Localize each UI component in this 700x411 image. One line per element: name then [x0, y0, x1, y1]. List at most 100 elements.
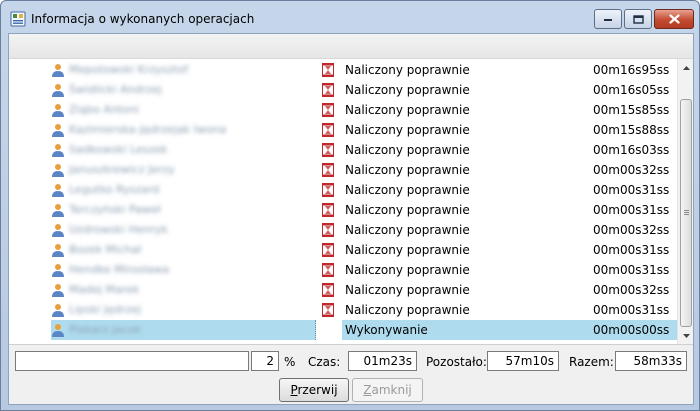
operation-status: Naliczony poprawnie — [345, 83, 470, 97]
elapsed-value: 01m23s — [348, 351, 417, 371]
employee-name: Hendke Mirosława — [69, 263, 170, 276]
minimize-button[interactable] — [594, 9, 622, 29]
employee-name: Kazimierska-Jędrzejak Iwona — [69, 123, 227, 136]
maximize-icon — [632, 14, 644, 24]
employee-name: Madej Marek — [69, 283, 140, 296]
triangle-up-icon — [682, 65, 690, 70]
operation-time: 00m00s31ss — [593, 243, 670, 257]
table-row[interactable]: Bozek Michał Naliczony poprawnie 00m00s31s… — [9, 240, 677, 260]
person-icon — [52, 124, 64, 137]
vertical-scrollbar[interactable] — [677, 59, 693, 344]
employee-name: Uzdrowski Henryk — [69, 223, 168, 236]
table-row[interactable]: Piekarz Jacek Wykonywanie 00m00s00ss — [9, 320, 677, 340]
hourglass-icon — [322, 163, 334, 177]
triangle-down-icon — [682, 333, 690, 338]
grip-line — [684, 210, 689, 211]
table-row[interactable]: Terczyński Paweł Naliczony poprawnie 00m00… — [9, 200, 677, 220]
operation-time: 00m15s88ss — [593, 123, 670, 137]
hourglass-icon — [322, 303, 334, 317]
dialog-window: Informacja o wykonanych operacjach Mepot… — [0, 0, 700, 411]
operation-time: 00m00s32ss — [593, 163, 670, 177]
stop-button-label: rzerwij — [297, 383, 338, 397]
operation-status: Naliczony poprawnie — [345, 123, 470, 137]
person-icon — [52, 204, 64, 217]
employee-name: Sadkowski Leszek — [69, 143, 168, 156]
report-icon — [10, 11, 26, 27]
table-row[interactable]: Uzdrowski Henryk Naliczony poprawnie 00m00… — [9, 220, 677, 240]
grip-line — [684, 214, 689, 215]
employee-name: Januszkiewicz Jerzy — [69, 163, 175, 176]
scroll-up-button[interactable] — [678, 59, 694, 76]
operation-status: Naliczony poprawnie — [345, 63, 470, 77]
operation-time: 00m15s85ss — [593, 103, 670, 117]
close-button[interactable] — [654, 9, 694, 29]
person-icon — [52, 104, 64, 117]
employee-name: Ziąbo Antoni — [69, 103, 140, 116]
operation-time: 00m16s05ss — [593, 83, 670, 97]
operation-status: Naliczony poprawnie — [345, 203, 470, 217]
operation-time: 00m00s31ss — [593, 263, 670, 277]
total-value: 58m33s — [615, 351, 687, 371]
operation-status: Wykonywanie — [345, 323, 428, 337]
employee-name: Terczyński Paweł — [69, 203, 161, 216]
window-title: Informacja o wykonanych operacjach — [31, 12, 255, 26]
operation-status: Naliczony poprawnie — [345, 223, 470, 237]
employee-name: Legutko Ryszard — [69, 183, 160, 196]
title-bar[interactable]: Informacja o wykonanych operacjach — [1, 1, 699, 33]
close-icon — [668, 14, 680, 24]
scrollbar-thumb[interactable] — [680, 99, 692, 327]
person-icon — [52, 164, 64, 177]
person-icon — [52, 144, 64, 157]
operation-status: Naliczony poprawnie — [345, 143, 470, 157]
employee-name: Lipski Jędrzej — [69, 303, 141, 316]
remaining-label: Pozostało: — [426, 355, 487, 369]
operation-time: 00m16s03ss — [593, 143, 670, 157]
minimize-icon — [604, 19, 612, 21]
hourglass-icon — [322, 243, 334, 257]
hourglass-icon — [322, 83, 334, 97]
table-row[interactable]: Świdlicki Andrzej Naliczony poprawnie 00m1… — [9, 80, 677, 100]
table-row[interactable]: Mepotowski Krzysztof Naliczony poprawnie 0… — [9, 60, 677, 80]
progress-bar — [15, 351, 249, 371]
table-row[interactable]: Kazimierska-Jędrzejak Iwona Naliczony pop… — [9, 120, 677, 140]
person-icon — [52, 184, 64, 197]
operation-status: Naliczony poprawnie — [345, 103, 470, 117]
operation-status: Naliczony poprawnie — [345, 263, 470, 277]
person-icon — [52, 284, 64, 297]
table-row[interactable]: Madej Marek Naliczony poprawnie 00m00s32ss — [9, 280, 677, 300]
hourglass-icon — [322, 263, 334, 277]
hourglass-icon — [322, 203, 334, 217]
operation-time: 00m00s31ss — [593, 203, 670, 217]
table-row[interactable]: Ziąbo Antoni Naliczony poprawnie 00m15s85s… — [9, 100, 677, 120]
dialog-client: Mepotowski Krzysztof Naliczony poprawnie 0… — [8, 33, 694, 405]
maximize-button[interactable] — [624, 9, 652, 29]
operation-status: Naliczony poprawnie — [345, 303, 470, 317]
hourglass-icon — [322, 223, 334, 237]
hourglass-icon — [322, 283, 334, 297]
table-row[interactable]: Lipski Jędrzej Naliczony poprawnie 00m00s3… — [9, 300, 677, 320]
scroll-down-button[interactable] — [678, 327, 694, 344]
grip-line — [684, 212, 689, 213]
table-row[interactable]: Januszkiewicz Jerzy Naliczony poprawnie 00… — [9, 160, 677, 180]
employee-name: Piekarz Jacek — [69, 323, 142, 336]
person-icon — [52, 264, 64, 277]
percent-sign: % — [284, 355, 296, 369]
operation-time: 00m00s00ss — [593, 323, 670, 337]
percent-value: 2 — [251, 351, 279, 371]
close-dialog-button[interactable]: Zamknij — [352, 378, 423, 402]
table-row[interactable]: Hendke Mirosława Naliczony poprawnie 00m00… — [9, 260, 677, 280]
person-icon — [52, 244, 64, 257]
operation-time: 00m00s31ss — [593, 303, 670, 317]
operation-time: 00m00s32ss — [593, 283, 670, 297]
table-row[interactable]: Legutko Ryszard Naliczony poprawnie 00m00s… — [9, 180, 677, 200]
stop-button[interactable]: Przerwij — [279, 378, 349, 402]
hourglass-icon — [322, 123, 334, 137]
table-row[interactable]: Sadkowski Leszek Naliczony poprawnie 00m16… — [9, 140, 677, 160]
operations-list[interactable]: Mepotowski Krzysztof Naliczony poprawnie 0… — [9, 59, 693, 345]
close-button-label: amknij — [371, 383, 412, 397]
toolbar — [9, 34, 693, 59]
stop-button-mnemonic: P — [290, 383, 298, 397]
operation-time: 00m00s32ss — [593, 223, 670, 237]
operation-status: Naliczony poprawnie — [345, 183, 470, 197]
hourglass-icon — [322, 103, 334, 117]
